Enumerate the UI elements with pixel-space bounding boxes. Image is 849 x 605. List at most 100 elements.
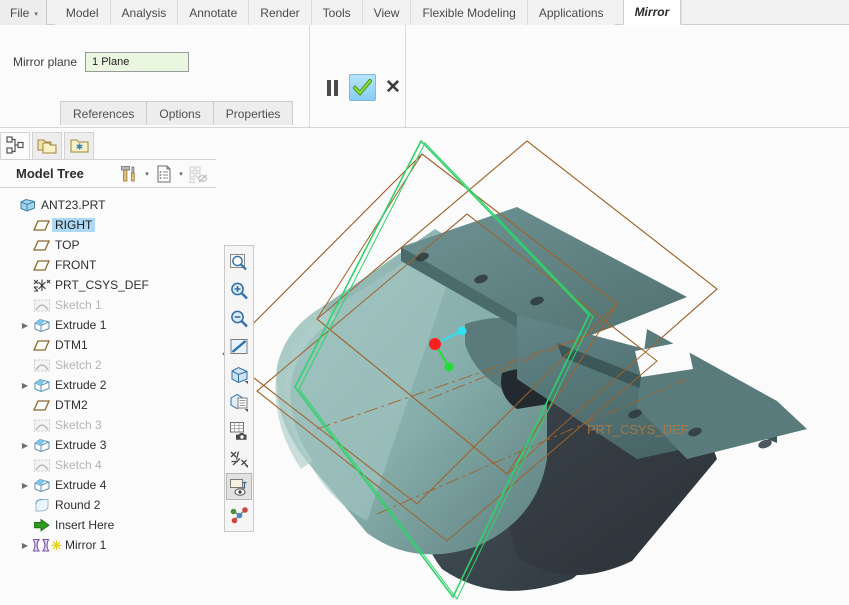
extrude-icon-wrap <box>32 477 52 493</box>
round-icon <box>35 498 49 511</box>
datum-plane-icon-wrap <box>32 217 52 233</box>
graphics-viewport[interactable]: PRT_CSYS_DEF <box>217 129 849 605</box>
expand-triangle-icon[interactable]: ▶ <box>18 381 32 390</box>
tree-item-sketch-2[interactable]: Sketch 2 <box>0 355 216 375</box>
round-icon-wrap <box>32 497 52 513</box>
tab-annotate[interactable]: Annotate <box>178 0 250 25</box>
model-tree-list[interactable]: ANT23.PRT RIGHT TOP FRONT PRT_CSYS_DEF Sketch… <box>0 188 216 605</box>
tree-node-icon <box>5 136 24 154</box>
tree-item-label: ANT23.PRT <box>41 198 106 212</box>
panel-tab-properties[interactable]: Properties <box>212 101 294 125</box>
tab-applications[interactable]: Applications <box>527 0 615 25</box>
camera-grid-icon <box>229 421 246 440</box>
tree-item-label: Sketch 1 <box>55 298 102 312</box>
part-icon <box>20 198 35 212</box>
model-tree-title: Model Tree <box>16 166 84 181</box>
tree-item-front[interactable]: FRONT <box>0 255 216 275</box>
folders-icon <box>37 139 56 154</box>
tree-item-extrude-1[interactable]: ▶ Extrude 1 <box>0 315 216 335</box>
tree-item-label: Sketch 4 <box>55 458 102 472</box>
csys-label: PRT_CSYS_DEF <box>587 422 689 437</box>
datum-plane-icon-wrap <box>32 337 52 353</box>
document-list-icon <box>157 165 171 182</box>
tab-tools[interactable]: Tools <box>311 0 363 25</box>
hammer-screwdriver-icon <box>121 165 135 181</box>
tab-view[interactable]: View <box>362 0 412 25</box>
layer-display-button[interactable] <box>226 501 252 528</box>
tree-filter-button[interactable] <box>188 164 208 184</box>
tree-item-extrude-4[interactable]: ▶ Extrude 4 <box>0 475 216 495</box>
zoom-out-button[interactable] <box>226 305 252 332</box>
datum-plane-icon-wrap <box>32 397 52 413</box>
file-menu-button[interactable]: File ▾ <box>0 0 47 25</box>
mirror-plane-label: Mirror plane <box>13 55 78 69</box>
dashboard-controls-group: ✕ <box>311 25 406 127</box>
nav-tab-folder-browser[interactable] <box>32 132 62 159</box>
expand-triangle-icon[interactable]: ▶ <box>18 321 32 330</box>
insert-arrow-icon <box>34 518 50 532</box>
tree-item-dtm1[interactable]: DTM1 <box>0 335 216 355</box>
extrude-icon <box>34 378 50 392</box>
tree-item-insert-here[interactable]: Insert Here <box>0 515 216 535</box>
tree-filter-off-icon <box>189 166 208 183</box>
tree-item-label: Mirror 1 <box>65 538 107 552</box>
pause-button[interactable] <box>322 77 342 99</box>
settings-caret-icon[interactable]: ▾ <box>142 170 152 178</box>
tree-item-mirror-1[interactable]: ▶ ✳ Mirror 1 <box>0 535 216 555</box>
panel-tab-options[interactable]: Options <box>146 101 214 125</box>
display-button[interactable] <box>154 164 174 184</box>
expand-triangle-icon[interactable]: ▶ <box>18 541 32 550</box>
tree-item-label: DTM2 <box>55 398 88 412</box>
tree-item-label: TOP <box>55 238 80 252</box>
mirror-plane-collector[interactable]: 1 Plane <box>85 52 190 72</box>
tree-item-dtm2[interactable]: DTM2 <box>0 395 216 415</box>
cancel-button[interactable]: ✕ <box>383 77 403 99</box>
tab-mirror[interactable]: Mirror <box>622 0 682 25</box>
tree-item-right[interactable]: RIGHT <box>0 215 216 235</box>
tab-flexible-modeling[interactable]: Flexible Modeling <box>411 0 528 25</box>
sketch-icon <box>34 459 50 471</box>
tree-item-extrude-3[interactable]: ▶ Extrude 3 <box>0 435 216 455</box>
tree-item-prt-csys-def[interactable]: PRT_CSYS_DEF <box>0 275 216 295</box>
tab-analysis[interactable]: Analysis <box>110 0 179 25</box>
ok-button[interactable] <box>349 74 376 101</box>
expand-triangle-icon[interactable]: ▶ <box>18 441 32 450</box>
datum-display-button[interactable] <box>226 445 252 472</box>
nav-tab-model-tree[interactable] <box>0 132 30 159</box>
sketch-icon <box>34 299 50 311</box>
sketch-icon-wrap <box>32 457 52 473</box>
tree-item-round-2[interactable]: Round 2 <box>0 495 216 515</box>
tab-model[interactable]: Model <box>54 0 111 25</box>
zoom-in-button[interactable] <box>226 277 252 304</box>
expand-triangle-icon[interactable]: ▶ <box>18 481 32 490</box>
extrude-icon-wrap <box>32 437 52 453</box>
tree-item-label: Extrude 1 <box>55 318 107 332</box>
repaint-button[interactable] <box>226 333 252 360</box>
tree-item-top[interactable]: TOP <box>0 235 216 255</box>
mirror-plane-row: Mirror plane 1 Plane <box>13 52 190 72</box>
model-tree-tools: ▾ ▾ <box>120 164 216 184</box>
panel-tab-references[interactable]: References <box>60 101 148 125</box>
csys-icon-wrap <box>32 277 52 293</box>
tree-item-sketch-4[interactable]: Sketch 4 <box>0 455 216 475</box>
favorites-folder-icon <box>70 139 88 153</box>
repaint-icon <box>230 338 247 354</box>
nav-tab-favorites[interactable] <box>64 132 94 159</box>
tree-item-ant23-prt[interactable]: ANT23.PRT <box>0 195 216 215</box>
saved-views-button[interactable] <box>226 389 252 416</box>
annotation-display-button[interactable] <box>226 473 252 500</box>
tree-item-sketch-3[interactable]: Sketch 3 <box>0 415 216 435</box>
display-style-button[interactable] <box>226 361 252 388</box>
tree-item-sketch-1[interactable]: Sketch 1 <box>0 295 216 315</box>
datum-plane-icon <box>33 219 51 231</box>
scene-capture-button[interactable] <box>226 417 252 444</box>
navigator-pane: Model Tree ▾ ▾ ANT23.PRT RIGHT TOP FRONT… <box>0 129 216 605</box>
tab-render[interactable]: Render <box>249 0 312 25</box>
sketch-icon <box>34 419 50 431</box>
tree-item-label: Round 2 <box>55 498 101 512</box>
display-caret-icon[interactable]: ▾ <box>176 170 186 178</box>
settings-button[interactable] <box>120 164 140 184</box>
extrude-icon <box>34 318 50 332</box>
tree-item-extrude-2[interactable]: ▶ Extrude 2 <box>0 375 216 395</box>
refit-button[interactable] <box>226 249 252 276</box>
